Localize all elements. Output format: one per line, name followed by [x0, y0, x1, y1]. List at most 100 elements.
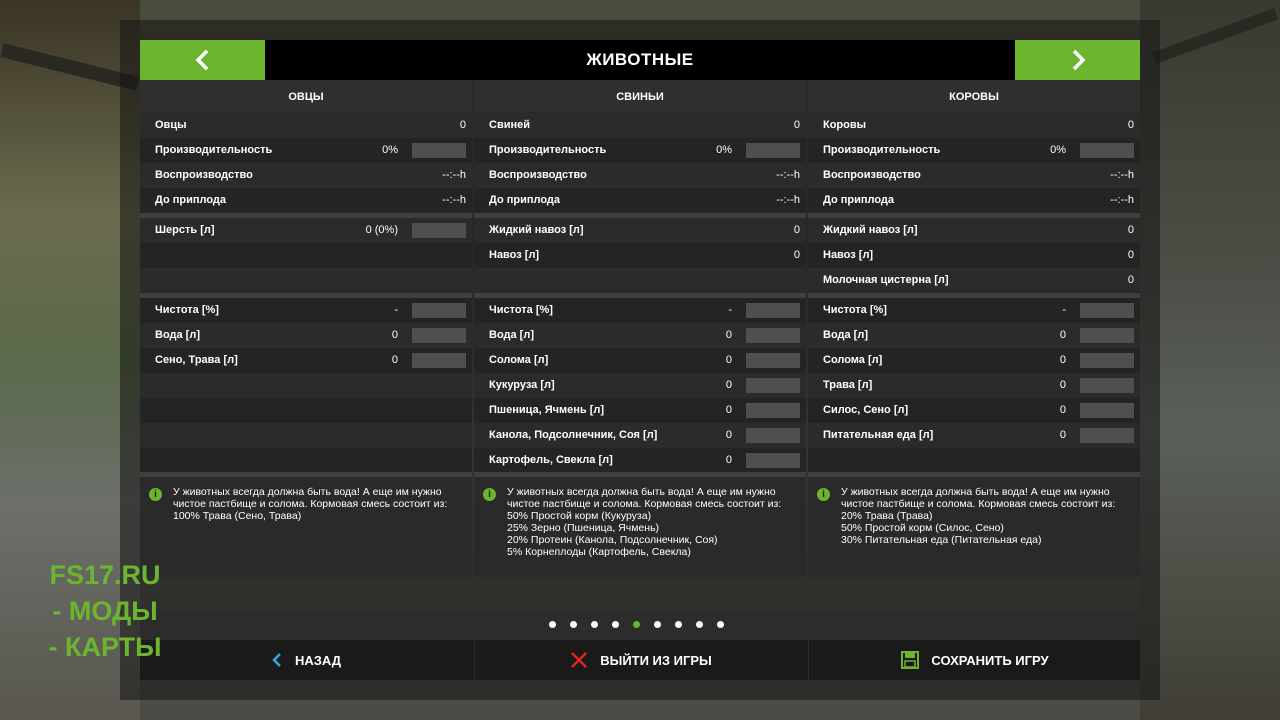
- page-dot[interactable]: [717, 621, 724, 628]
- stat-value: 0: [1059, 429, 1066, 441]
- page-dot[interactable]: [570, 621, 577, 628]
- stat-row: Канола, Подсолнечник, Соя [л] 0: [474, 423, 806, 448]
- stat-row: Шерсть [л] 0 (0%): [140, 218, 472, 243]
- stat-value: 0: [1127, 224, 1134, 236]
- stat-row: Воспроизводство --:--h: [808, 163, 1140, 188]
- stat-value: 0: [725, 354, 732, 366]
- level-bar: [746, 453, 800, 468]
- stat-row: Чистота [%] -: [474, 298, 806, 323]
- feed-info-box: i У животных всегда должна быть вода! А е…: [808, 477, 1140, 577]
- page-indicator: [549, 621, 724, 629]
- stat-value: --:--h: [776, 169, 800, 181]
- stat-value: 0%: [716, 144, 732, 156]
- animal-column-cows: КОРОВЫ Коровы 0 Производительность 0% Воспрои…: [808, 80, 1140, 610]
- section-divider: [474, 213, 806, 218]
- empty-row: [140, 268, 472, 293]
- page-dot[interactable]: [612, 621, 619, 628]
- column-header: ОВЦЫ: [140, 80, 472, 112]
- stat-row: Вода [л] 0: [140, 323, 472, 348]
- page-dot[interactable]: [675, 621, 682, 628]
- stat-row: Жидкий навоз [л] 0: [808, 218, 1140, 243]
- stat-row: Чистота [%] -: [808, 298, 1140, 323]
- stat-row: Вода [л] 0: [474, 323, 806, 348]
- level-bar: [412, 223, 466, 238]
- page-dot[interactable]: [549, 621, 556, 628]
- page-dot[interactable]: [591, 621, 598, 628]
- page-dot[interactable]: [654, 621, 661, 628]
- stat-value: 0%: [382, 144, 398, 156]
- stat-value: 0: [1059, 379, 1066, 391]
- stat-row: До приплода --:--h: [474, 188, 806, 213]
- stat-value: 0: [793, 249, 800, 261]
- stat-label: Питательная еда [л]: [823, 429, 934, 441]
- level-bar: [746, 303, 800, 318]
- info-icon: i: [483, 488, 496, 501]
- level-bar: [1080, 403, 1134, 418]
- stat-row: Жидкий навоз [л] 0: [474, 218, 806, 243]
- empty-row: [140, 243, 472, 268]
- section-divider: [140, 213, 472, 218]
- stat-row: До приплода --:--h: [808, 188, 1140, 213]
- page-dot[interactable]: [633, 621, 640, 628]
- stat-row: Чистота [%] -: [140, 298, 472, 323]
- chevron-left-icon: [195, 49, 208, 71]
- stat-row: Сено, Трава [л] 0: [140, 348, 472, 373]
- quit-game-button[interactable]: ВЫЙТИ ИЗ ИГРЫ: [474, 640, 807, 680]
- stat-value: 0: [725, 379, 732, 391]
- level-bar: [746, 353, 800, 368]
- stat-value: 0: [1127, 274, 1134, 286]
- stat-value: 0: [1059, 354, 1066, 366]
- column-header: СВИНЬИ: [474, 80, 806, 112]
- next-page-button[interactable]: [1015, 40, 1140, 80]
- page-header: ЖИВОТНЫЕ: [140, 40, 1140, 80]
- stat-label: Производительность: [489, 144, 607, 156]
- stat-label: Производительность: [155, 144, 273, 156]
- animal-column-sheep: ОВЦЫ Овцы 0 Производительность 0% Воспроизвод…: [140, 80, 472, 610]
- level-bar: [412, 143, 466, 158]
- stat-row: Воспроизводство --:--h: [474, 163, 806, 188]
- stat-row: Навоз [л] 0: [808, 243, 1140, 268]
- chevron-right-icon: [1072, 49, 1085, 71]
- empty-row: [140, 423, 472, 448]
- stat-row: Силос, Сено [л] 0: [808, 398, 1140, 423]
- stat-row: До приплода --:--h: [140, 188, 472, 213]
- level-bar: [1080, 143, 1134, 158]
- animals-panel: ЖИВОТНЫЕ ОВЦЫ Овцы 0 Производительность 0% Во…: [140, 40, 1140, 680]
- level-bar: [412, 303, 466, 318]
- stat-value: 0: [1127, 119, 1134, 131]
- stat-value: --:--h: [1110, 169, 1134, 181]
- stat-label: Вода [л]: [489, 329, 534, 341]
- stat-row: Картофель, Свекла [л] 0: [474, 448, 806, 473]
- previous-page-button[interactable]: [140, 40, 265, 80]
- level-bar: [746, 143, 800, 158]
- stat-label: Овцы: [155, 119, 187, 131]
- page-title: ЖИВОТНЫЕ: [586, 50, 694, 69]
- stat-value: 0%: [1050, 144, 1066, 156]
- section-divider: [140, 293, 472, 298]
- stat-label: Вода [л]: [823, 329, 868, 341]
- page-dot[interactable]: [696, 621, 703, 628]
- stat-label: Шерсть [л]: [155, 224, 215, 236]
- stat-label: Чистота [%]: [155, 304, 219, 316]
- feed-info-box: i У животных всегда должна быть вода! А е…: [140, 477, 472, 577]
- background-scenery-right: [1140, 0, 1280, 720]
- stat-label: Канола, Подсолнечник, Соя [л]: [489, 429, 658, 441]
- save-game-button[interactable]: СОХРАНИТЬ ИГРУ: [808, 640, 1141, 680]
- stat-label: Жидкий навоз [л]: [823, 224, 918, 236]
- level-bar: [1080, 428, 1134, 443]
- stat-value: --:--h: [442, 194, 466, 206]
- stat-value: 0: [1127, 249, 1134, 261]
- stat-label: Воспроизводство: [489, 169, 587, 181]
- watermark-line: - МОДЫ: [52, 596, 158, 626]
- watermark-line: FS17.RU: [49, 560, 161, 590]
- footer-bar: НАЗАД ВЫЙТИ ИЗ ИГРЫ СОХРАНИТЬ ИГРУ: [140, 640, 1140, 680]
- stat-row: Свиней 0: [474, 113, 806, 138]
- quit-game-label: ВЫЙТИ ИЗ ИГРЫ: [600, 652, 712, 668]
- stat-label: До приплода: [823, 194, 895, 206]
- close-icon: [570, 651, 588, 669]
- stat-row: Воспроизводство --:--h: [140, 163, 472, 188]
- stat-label: До приплода: [489, 194, 561, 206]
- level-bar: [412, 353, 466, 368]
- stat-label: Трава [л]: [823, 379, 873, 391]
- back-button[interactable]: НАЗАД: [140, 640, 472, 680]
